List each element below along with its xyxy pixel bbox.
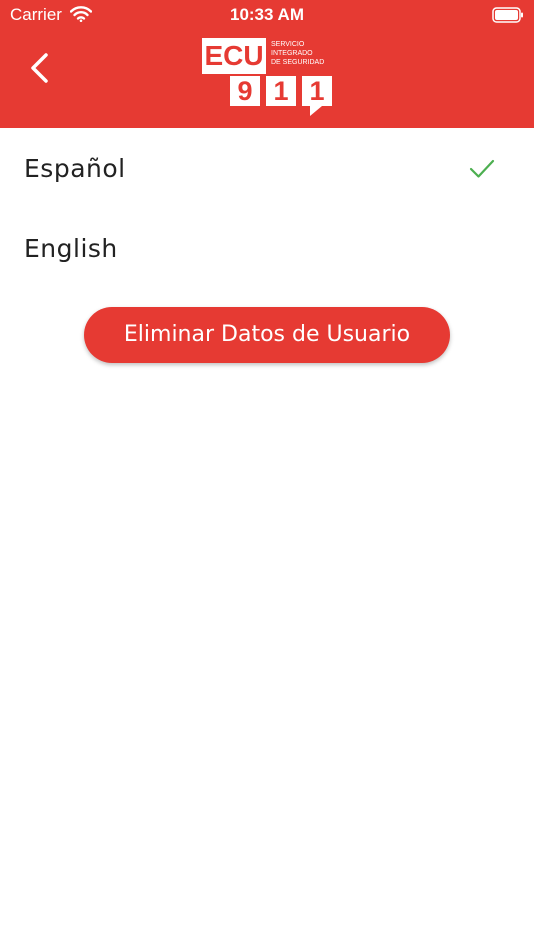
logo-line: INTEGRADO bbox=[271, 50, 313, 57]
logo-digit: 1 bbox=[266, 76, 296, 106]
language-label: Español bbox=[24, 154, 126, 183]
back-button[interactable] bbox=[22, 48, 62, 88]
language-label: English bbox=[24, 234, 118, 263]
ecu911-logo: ECU SERVICIO INTEGRADO DE SEGURIDAD 9 1 … bbox=[200, 36, 334, 122]
battery-icon bbox=[492, 7, 523, 23]
logo-brand: ECU bbox=[202, 38, 266, 74]
logo-line: DE SEGURIDAD bbox=[271, 59, 325, 66]
logo-tagline: SERVICIO INTEGRADO DE SEGURIDAD bbox=[271, 40, 341, 67]
language-list: Español English bbox=[0, 128, 534, 288]
logo-line: SERVICIO bbox=[271, 41, 305, 48]
logo-digit: 9 bbox=[230, 76, 260, 106]
language-option-espanol[interactable]: Español bbox=[0, 128, 534, 208]
app-header: Carrier 10:33 AM ECU SERVICIO INTEGRADO … bbox=[0, 0, 534, 128]
status-bar: Carrier 10:33 AM bbox=[0, 0, 534, 30]
check-icon bbox=[469, 159, 495, 178]
delete-user-data-button[interactable]: Eliminar Datos de Usuario bbox=[84, 307, 450, 363]
logo-speech-tail bbox=[310, 106, 322, 116]
logo-digit: 1 bbox=[302, 76, 332, 106]
status-time: 10:33 AM bbox=[229, 5, 304, 24]
language-option-english[interactable]: English bbox=[0, 208, 534, 288]
